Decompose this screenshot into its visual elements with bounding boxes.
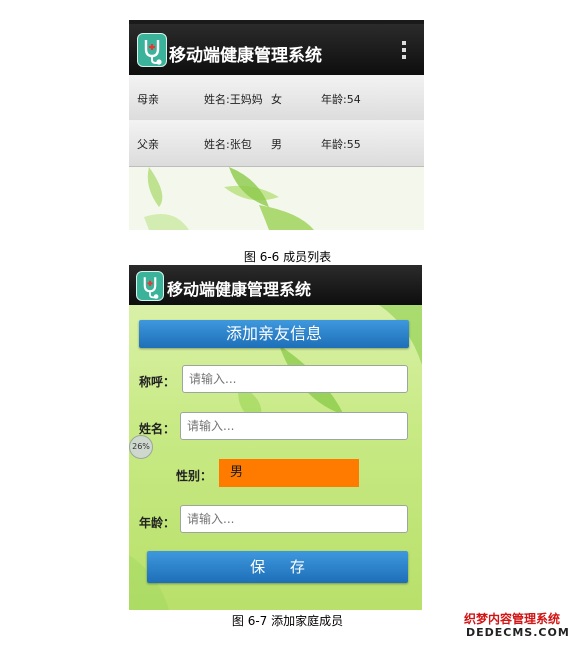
member-name: 姓名:王妈妈 [204,93,263,106]
app-title: 移动端健康管理系统 [169,46,322,66]
gender-select[interactable]: 男 [219,459,359,487]
appellation-input[interactable] [182,365,408,393]
app-bar: 移动端健康管理系统 [129,265,422,305]
member-list-screen: 移动端健康管理系统 母亲 姓名:王妈妈 女 年龄:54 父亲 姓名:张包 男 年… [129,20,424,230]
name-label: 姓名： [139,422,176,436]
appellation-label: 称呼： [139,375,176,389]
add-member-screen: 移动端健康管理系统 添加亲友信息 称呼： 26% 姓名： 性别： 男 年龄： 保… [129,265,422,610]
age-label: 年龄： [139,516,176,530]
app-logo-stethoscope-icon [137,33,167,67]
add-relative-header: 添加亲友信息 [139,320,409,348]
app-logo-stethoscope-icon [136,271,164,301]
leaf-background-image [144,167,314,230]
age-input[interactable] [180,505,408,533]
figure-caption: 图 6-6 成员列表 [243,250,332,264]
member-gender: 女 [271,93,282,106]
app-bar: 移动端健康管理系统 [129,24,424,75]
member-gender: 男 [271,138,282,151]
save-button[interactable]: 保 存 [147,551,408,583]
member-name: 姓名:张包 [204,138,252,151]
gender-label: 性别： [176,469,213,483]
name-input[interactable] [180,412,408,440]
app-title: 移动端健康管理系统 [167,280,312,299]
watermark-title: 织梦内容管理系统 [464,612,561,626]
member-relation: 母亲 [137,93,159,106]
member-age: 年龄:55 [321,138,361,151]
overflow-menu-icon[interactable] [402,41,406,62]
member-row[interactable]: 母亲 姓名:王妈妈 女 年龄:54 [129,75,424,122]
member-age: 年龄:54 [321,93,361,106]
watermark-url: DEDECMS.COM [466,626,570,639]
member-row[interactable]: 父亲 姓名:张包 男 年龄:55 [129,120,424,167]
member-relation: 父亲 [137,138,159,151]
progress-indicator: 26% [129,435,153,459]
